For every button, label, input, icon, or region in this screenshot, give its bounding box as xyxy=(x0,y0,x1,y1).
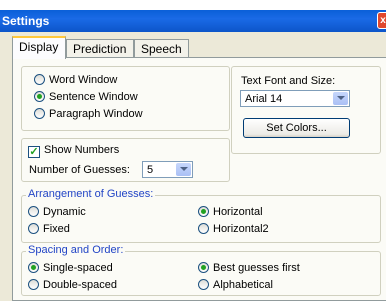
radio-button-selected-icon xyxy=(198,262,209,273)
radio-label: Double-spaced xyxy=(43,279,117,291)
radio-button-icon xyxy=(198,279,209,290)
radio-button-selected-icon xyxy=(28,262,39,273)
radio-horizontal2[interactable]: Horizontal2 xyxy=(198,223,269,235)
radio-button-icon xyxy=(28,206,39,217)
radio-button-icon xyxy=(28,223,39,234)
spacing-group: Spacing and Order: Single-spaced Double-… xyxy=(21,244,381,296)
radio-label: Dynamic xyxy=(43,206,86,218)
window-title: Settings xyxy=(2,14,50,28)
font-label: Text Font and Size: xyxy=(241,75,336,87)
radio-button-icon xyxy=(28,279,39,290)
font-group: Text Font and Size: Arial 14 Set Colors.… xyxy=(231,66,381,154)
radio-double-spaced[interactable]: Double-spaced xyxy=(28,279,117,291)
radio-button-icon xyxy=(34,108,45,119)
tab-prediction[interactable]: Prediction xyxy=(66,39,134,57)
radio-label: Best guesses first xyxy=(213,262,300,274)
checkbox-label: Show Numbers xyxy=(44,144,120,156)
radio-dynamic[interactable]: Dynamic xyxy=(28,206,86,218)
set-colors-button[interactable]: Set Colors... xyxy=(243,118,350,138)
radio-fixed[interactable]: Fixed xyxy=(28,223,70,235)
display-tab-panel: Word Window Sentence Window Paragraph Wi… xyxy=(12,57,386,301)
radio-single-spaced[interactable]: Single-spaced xyxy=(28,262,113,274)
radio-label: Alphabetical xyxy=(213,279,273,291)
close-icon: x xyxy=(380,15,386,26)
guesses-select-value: 5 xyxy=(147,164,154,176)
numbers-group: ✓ Show Numbers Number of Guesses: 5 xyxy=(21,138,230,182)
chevron-down-icon[interactable] xyxy=(176,163,191,176)
radio-best-guesses-first[interactable]: Best guesses first xyxy=(198,262,300,274)
radio-word-window[interactable]: Word Window xyxy=(34,74,117,86)
close-button[interactable]: x xyxy=(377,12,386,29)
radio-button-icon xyxy=(34,74,45,85)
radio-label: Paragraph Window xyxy=(49,108,143,120)
radio-paragraph-window[interactable]: Paragraph Window xyxy=(34,108,143,120)
radio-sentence-window[interactable]: Sentence Window xyxy=(34,91,138,103)
radio-label: Word Window xyxy=(49,74,118,86)
font-select-value: Arial 14 xyxy=(245,93,283,105)
show-numbers-checkbox[interactable]: ✓ Show Numbers xyxy=(28,144,119,158)
font-select[interactable]: Arial 14 xyxy=(240,90,350,107)
guesses-select[interactable]: 5 xyxy=(142,161,193,178)
radio-label: Fixed xyxy=(43,223,70,235)
radio-label: Horizontal2 xyxy=(213,223,269,235)
checkmark-icon: ✓ xyxy=(28,146,40,158)
arrangement-legend: Arrangement of Guesses: xyxy=(26,188,156,200)
window-type-group: Word Window Sentence Window Paragraph Wi… xyxy=(21,66,230,131)
radio-alphabetical[interactable]: Alphabetical xyxy=(198,279,273,291)
radio-button-selected-icon xyxy=(34,91,45,102)
tab-display[interactable]: Display xyxy=(12,36,66,59)
radio-button-icon xyxy=(198,223,209,234)
settings-window: Settings x Display Prediction Speech Wor… xyxy=(0,10,386,301)
tab-speech[interactable]: Speech xyxy=(134,39,189,57)
spacing-legend: Spacing and Order: xyxy=(26,244,126,256)
arrangement-group: Arrangement of Guesses: Dynamic Fixed Ho… xyxy=(21,188,381,243)
radio-horizontal[interactable]: Horizontal xyxy=(198,206,263,218)
chevron-down-icon[interactable] xyxy=(333,92,348,105)
radio-label: Horizontal xyxy=(213,206,263,218)
guesses-label: Number of Guesses: xyxy=(29,164,130,176)
radio-label: Sentence Window xyxy=(49,91,138,103)
radio-label: Single-spaced xyxy=(43,262,113,274)
title-bar: Settings x xyxy=(0,10,386,32)
radio-button-selected-icon xyxy=(198,206,209,217)
